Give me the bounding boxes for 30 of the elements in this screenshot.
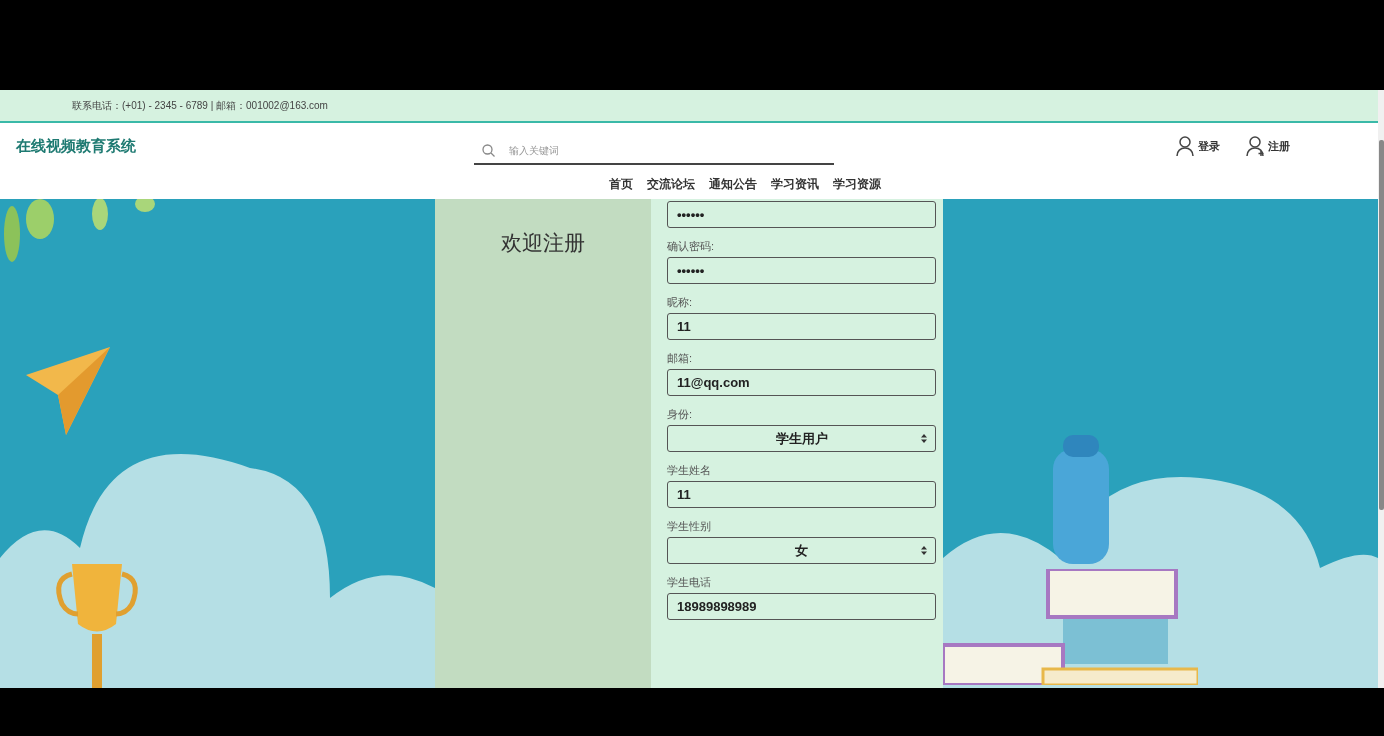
input-field[interactable]: 11@qq.com [667,369,936,396]
field-label: 邮箱: [667,351,694,366]
input-field[interactable]: 11 [667,313,936,340]
field-label: 学生姓名 [667,463,712,478]
add-user-icon [1246,135,1266,157]
select-caret-icon [921,546,927,555]
nav-link[interactable]: 学习资源 [833,175,881,193]
contact-text: 联系电话：(+01) - 2345 - 6789 | 邮箱：001002@163.com [72,99,328,113]
input-field[interactable]: •••••• [667,201,936,228]
login-link[interactable]: 登录 [1176,135,1220,157]
select-field[interactable]: 学生用户 [667,425,936,452]
select-field[interactable]: 女 [667,537,936,564]
register-link[interactable]: 注册 [1246,135,1290,157]
field-label: 学生性别 [667,519,712,534]
input-field[interactable]: 11 [667,481,936,508]
nav-link[interactable]: 通知公告 [709,175,757,193]
input-field[interactable]: 18989898989 [667,593,936,620]
input-field[interactable]: •••••• [667,257,936,284]
field-label: 学生电话 [667,575,712,590]
user-icon [1176,135,1196,157]
field-label: 身份: [667,407,694,422]
nav-link[interactable]: 首页 [609,175,633,193]
search-icon [482,143,495,157]
nav-link[interactable]: 学习资讯 [771,175,819,193]
field-label: 确认密码: [667,239,716,254]
select-caret-icon [921,434,927,443]
nav-link[interactable]: 交流论坛 [647,175,695,193]
field-label: 昵称: [667,295,694,310]
site-logo[interactable]: 在线视频教育系统 [16,134,474,158]
register-title: 欢迎注册 [501,230,585,256]
